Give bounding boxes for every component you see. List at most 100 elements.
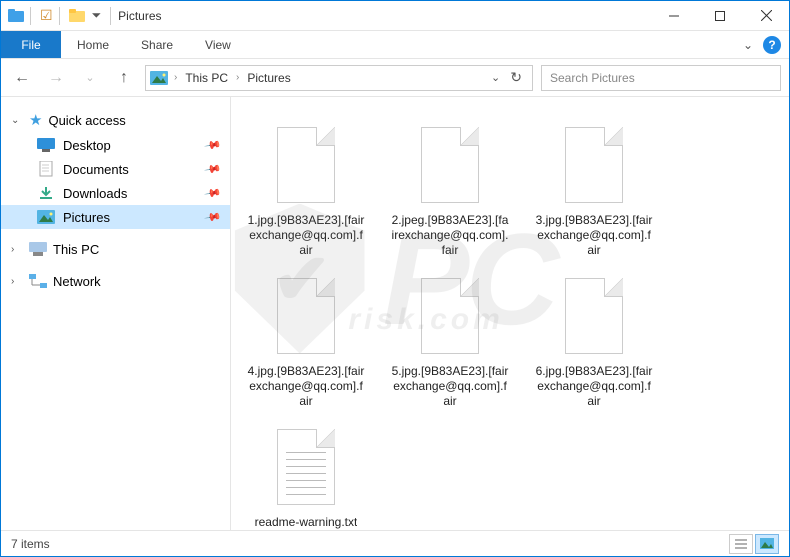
tab-view[interactable]: View bbox=[189, 31, 247, 58]
refresh-icon[interactable]: ↻ bbox=[510, 69, 522, 86]
recent-dropdown-icon[interactable]: ⌄ bbox=[77, 65, 103, 91]
file-name: 6.jpg.[9B83AE23].[fairexchange@qq.com].f… bbox=[535, 364, 653, 409]
sidebar-item-label: Desktop bbox=[63, 138, 111, 153]
back-button[interactable]: ← bbox=[9, 65, 35, 91]
nav-this-pc[interactable]: › This PC bbox=[1, 237, 230, 261]
explorer-window: ☑ ⏷ Pictures File Home Share View ⌄ ? bbox=[0, 0, 790, 557]
text-file-icon bbox=[267, 421, 345, 511]
separator bbox=[110, 7, 111, 25]
expand-icon[interactable]: › bbox=[11, 244, 23, 255]
file-name: 1.jpg.[9B83AE23].[fairexchange@qq.com].f… bbox=[247, 213, 365, 258]
blank-file-icon bbox=[555, 270, 633, 360]
navigation-pane: ⌄ ★ Quick access Desktop 📌 Documents 📌 D… bbox=[1, 97, 231, 530]
blank-file-icon bbox=[411, 270, 489, 360]
sidebar-item-label: Documents bbox=[63, 162, 129, 177]
file-tab[interactable]: File bbox=[1, 31, 61, 58]
status-bar: 7 items bbox=[1, 530, 789, 556]
folder-icon[interactable] bbox=[66, 5, 88, 27]
chevron-right-icon[interactable]: › bbox=[174, 72, 177, 83]
pin-icon: 📌 bbox=[204, 160, 223, 179]
quick-access-toolbar: ☑ ⏷ bbox=[34, 5, 107, 27]
computer-icon bbox=[29, 241, 47, 257]
help-button[interactable]: ? bbox=[763, 36, 781, 54]
network-icon bbox=[29, 273, 47, 289]
nav-group-quick-access: ⌄ ★ Quick access Desktop 📌 Documents 📌 D… bbox=[1, 107, 230, 229]
file-item[interactable]: 3.jpg.[9B83AE23].[fairexchange@qq.com].f… bbox=[531, 115, 657, 262]
close-button[interactable] bbox=[743, 1, 789, 31]
window-controls bbox=[651, 1, 789, 31]
breadcrumb-this-pc[interactable]: This PC bbox=[183, 71, 230, 85]
sidebar-item-desktop[interactable]: Desktop 📌 bbox=[1, 133, 230, 157]
nav-label: Quick access bbox=[48, 113, 125, 128]
address-box[interactable]: › This PC › Pictures ⌄ ↻ bbox=[145, 65, 533, 91]
search-placeholder: Search Pictures bbox=[550, 71, 635, 85]
ribbon-expand-icon[interactable]: ⌄ bbox=[743, 38, 753, 52]
nav-network[interactable]: › Network bbox=[1, 269, 230, 293]
separator bbox=[59, 7, 60, 25]
search-input[interactable]: Search Pictures bbox=[541, 65, 781, 91]
address-right: ⌄ ↻ bbox=[491, 69, 528, 86]
nav-label: This PC bbox=[53, 242, 99, 257]
pin-icon: 📌 bbox=[204, 184, 223, 203]
file-name: 3.jpg.[9B83AE23].[fairexchange@qq.com].f… bbox=[535, 213, 653, 258]
sidebar-item-downloads[interactable]: Downloads 📌 bbox=[1, 181, 230, 205]
documents-icon bbox=[37, 161, 55, 177]
nav-quick-access[interactable]: ⌄ ★ Quick access bbox=[1, 107, 230, 133]
separator bbox=[30, 7, 31, 25]
maximize-button[interactable] bbox=[697, 1, 743, 31]
pictures-icon bbox=[37, 209, 55, 225]
address-dropdown-icon[interactable]: ⌄ bbox=[491, 71, 500, 84]
qat-dropdown-icon[interactable]: ⏷ bbox=[92, 8, 102, 23]
file-name: 5.jpg.[9B83AE23].[fairexchange@qq.com].f… bbox=[391, 364, 509, 409]
nav-label: Network bbox=[53, 274, 101, 289]
icons-view-button[interactable] bbox=[755, 534, 779, 554]
file-item[interactable]: 4.jpg.[9B83AE23].[fairexchange@qq.com].f… bbox=[243, 266, 369, 413]
ribbon: File Home Share View ⌄ ? bbox=[1, 31, 789, 59]
forward-button[interactable]: → bbox=[43, 65, 69, 91]
file-item[interactable]: 5.jpg.[9B83AE23].[fairexchange@qq.com].f… bbox=[387, 266, 513, 413]
titlebar: ☑ ⏷ Pictures bbox=[1, 1, 789, 31]
file-grid: 1.jpg.[9B83AE23].[fairexchange@qq.com].f… bbox=[243, 115, 777, 530]
sidebar-item-label: Downloads bbox=[63, 186, 127, 201]
address-bar: ← → ⌄ ↑ › This PC › Pictures ⌄ ↻ Search … bbox=[1, 59, 789, 97]
sidebar-item-label: Pictures bbox=[63, 210, 110, 225]
minimize-button[interactable] bbox=[651, 1, 697, 31]
file-item[interactable]: 1.jpg.[9B83AE23].[fairexchange@qq.com].f… bbox=[243, 115, 369, 262]
desktop-icon bbox=[37, 137, 55, 153]
downloads-icon bbox=[37, 185, 55, 201]
blank-file-icon bbox=[555, 119, 633, 209]
file-name: 4.jpg.[9B83AE23].[fairexchange@qq.com].f… bbox=[247, 364, 365, 409]
expand-icon[interactable]: › bbox=[11, 276, 23, 287]
item-count: 7 items bbox=[11, 537, 50, 551]
content-pane[interactable]: 1.jpg.[9B83AE23].[fairexchange@qq.com].f… bbox=[231, 97, 789, 530]
file-name: 2.jpeg.[9B83AE23].[fairexchange@qq.com].… bbox=[391, 213, 509, 258]
chevron-right-icon[interactable]: › bbox=[236, 72, 239, 83]
app-icon bbox=[5, 5, 27, 27]
file-item[interactable]: readme-warning.txt bbox=[243, 417, 369, 530]
properties-icon[interactable]: ☑ bbox=[40, 7, 53, 24]
star-icon: ★ bbox=[29, 111, 42, 129]
body: ⌄ ★ Quick access Desktop 📌 Documents 📌 D… bbox=[1, 97, 789, 530]
view-switcher bbox=[729, 534, 779, 554]
file-item[interactable]: 6.jpg.[9B83AE23].[fairexchange@qq.com].f… bbox=[531, 266, 657, 413]
ribbon-right: ⌄ ? bbox=[743, 31, 789, 58]
pictures-icon bbox=[150, 70, 168, 86]
pin-icon: 📌 bbox=[204, 136, 223, 155]
details-view-button[interactable] bbox=[729, 534, 753, 554]
tab-share[interactable]: Share bbox=[125, 31, 189, 58]
collapse-icon[interactable]: ⌄ bbox=[11, 115, 23, 126]
file-name: readme-warning.txt bbox=[255, 515, 358, 530]
blank-file-icon bbox=[267, 119, 345, 209]
sidebar-item-documents[interactable]: Documents 📌 bbox=[1, 157, 230, 181]
pin-icon: 📌 bbox=[204, 208, 223, 227]
up-button[interactable]: ↑ bbox=[111, 65, 137, 91]
nav-group-this-pc: › This PC bbox=[1, 237, 230, 261]
window-title: Pictures bbox=[114, 9, 161, 23]
titlebar-left: ☑ ⏷ Pictures bbox=[1, 5, 162, 27]
nav-group-network: › Network bbox=[1, 269, 230, 293]
file-item[interactable]: 2.jpeg.[9B83AE23].[fairexchange@qq.com].… bbox=[387, 115, 513, 262]
blank-file-icon bbox=[267, 270, 345, 360]
tab-home[interactable]: Home bbox=[61, 31, 125, 58]
sidebar-item-pictures[interactable]: Pictures 📌 bbox=[1, 205, 230, 229]
breadcrumb-pictures[interactable]: Pictures bbox=[245, 71, 292, 85]
